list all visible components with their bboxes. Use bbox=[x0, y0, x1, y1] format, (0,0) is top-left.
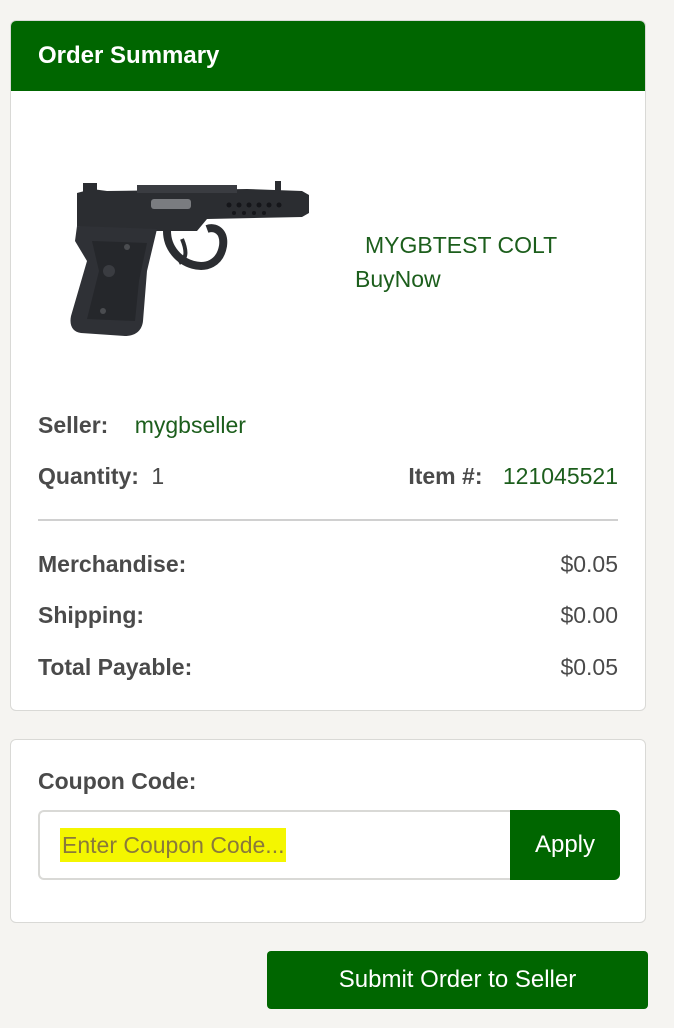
total-row: Total Payable: $0.05 bbox=[38, 652, 618, 682]
apply-button[interactable]: Apply bbox=[510, 810, 620, 880]
product-title-link[interactable]: MYGBTEST COLT BuyNow bbox=[355, 228, 635, 296]
coupon-input[interactable]: Enter Coupon Code... bbox=[38, 810, 510, 880]
shipping-label: Shipping: bbox=[38, 602, 145, 628]
divider bbox=[38, 519, 618, 521]
seller-label: Seller: bbox=[38, 412, 109, 438]
product-block: MYGBTEST COLT BuyNow bbox=[11, 91, 645, 391]
merchandise-row: Merchandise: $0.05 bbox=[38, 549, 618, 579]
coupon-card: Coupon Code: Enter Coupon Code... Apply bbox=[10, 739, 646, 923]
shipping-value: $0.00 bbox=[560, 602, 618, 628]
item-number: Item #: 121045521 bbox=[408, 461, 618, 491]
quantity-value: 1 bbox=[151, 463, 165, 489]
order-summary-card: Order Summary MYGBTEST COLT BuyNow Selle… bbox=[10, 20, 646, 711]
total-value: $0.05 bbox=[560, 654, 618, 680]
item-number-label: Item #: bbox=[408, 463, 483, 489]
item-number-link[interactable]: 121045521 bbox=[503, 463, 618, 489]
merchandise-label: Merchandise: bbox=[38, 551, 187, 577]
coupon-placeholder: Enter Coupon Code... bbox=[60, 828, 287, 862]
seller-link[interactable]: mygbseller bbox=[135, 412, 246, 438]
product-title-line1: MYGBTEST COLT bbox=[365, 232, 558, 258]
coupon-label: Coupon Code: bbox=[38, 768, 197, 794]
merchandise-value: $0.05 bbox=[560, 551, 618, 577]
order-summary-header: Order Summary bbox=[11, 21, 645, 91]
product-title-line2: BuyNow bbox=[355, 266, 441, 292]
pistol-image[interactable] bbox=[47, 171, 317, 351]
quantity-row: Quantity: 1 Item #: 121045521 bbox=[38, 461, 618, 491]
quantity-label: Quantity: bbox=[38, 463, 139, 489]
shipping-row: Shipping: $0.00 bbox=[38, 600, 618, 630]
total-label: Total Payable: bbox=[38, 654, 193, 680]
seller-row: Seller: mygbseller bbox=[38, 410, 618, 440]
submit-order-button[interactable]: Submit Order to Seller bbox=[267, 951, 648, 1009]
